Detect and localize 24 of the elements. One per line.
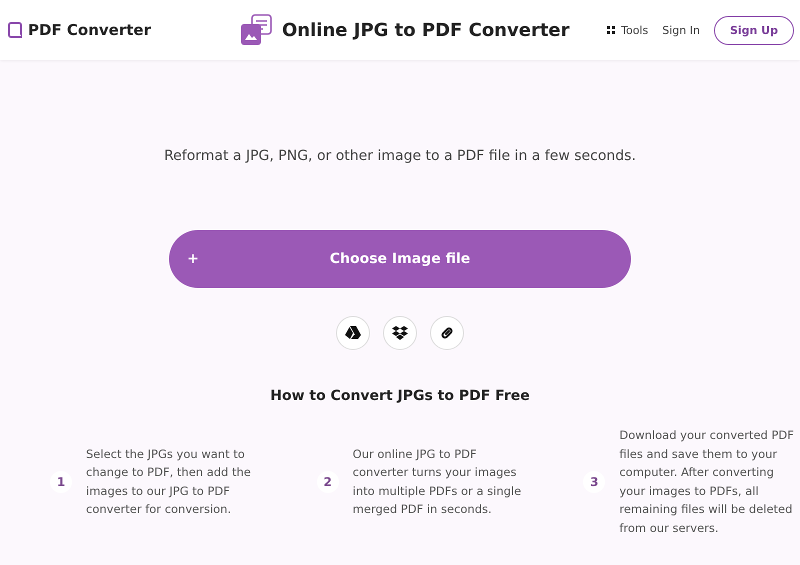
grid-icon: [607, 26, 616, 34]
step-number: 2: [316, 470, 339, 492]
link-icon: [439, 325, 455, 341]
plus-icon: +: [187, 251, 199, 267]
sign-up-button[interactable]: Sign Up: [714, 16, 794, 44]
step-number: 3: [583, 470, 606, 492]
step-text: Download your converted PDF files and save them to your computer. After converting your images to PDFs, all remaining files will be deleted from our servers.: [619, 427, 795, 536]
choose-file-button[interactable]: + Choose Image file: [169, 230, 631, 288]
tools-menu[interactable]: Tools: [607, 24, 648, 36]
sign-in-link[interactable]: Sign In: [662, 24, 700, 36]
image-document-icon: [240, 14, 272, 46]
brand-name[interactable]: PDF Converter: [28, 21, 151, 39]
step-number: 1: [50, 470, 72, 492]
step-text: Select the JPGs you want to change to PDF, then add the images to our JPG to PDF converter for conversion.: [86, 446, 252, 518]
section-heading: How to Convert JPGs to PDF Free: [270, 388, 530, 404]
box-logo-icon: [392, 326, 408, 340]
triangle-logo-icon: [345, 326, 361, 340]
tagline: Reformat a JPG, PNG, or other image to a PDF file in a few seconds.: [164, 148, 636, 164]
step-text: Our online JPG to PDF converter turns your images into multiple PDFs or a single merged PDF in seconds.: [352, 446, 522, 518]
page-title: Online JPG to PDF Converter: [282, 20, 570, 40]
logo-icon: [8, 22, 22, 38]
drive-button[interactable]: [336, 316, 370, 350]
dropbox-button[interactable]: [383, 316, 417, 350]
url-button[interactable]: [430, 316, 464, 350]
